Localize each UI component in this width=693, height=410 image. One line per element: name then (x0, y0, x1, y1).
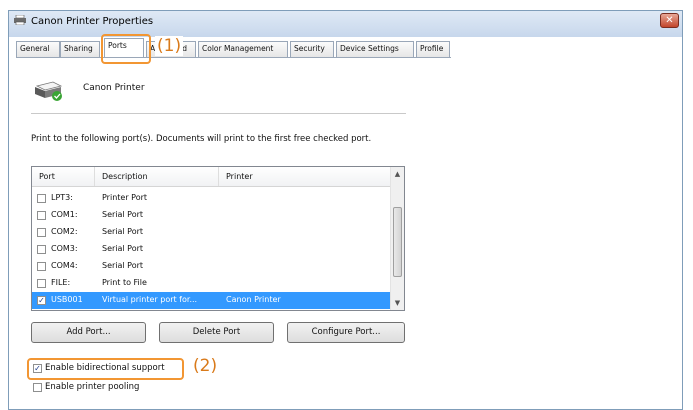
column-header-description[interactable]: Description (102, 172, 148, 181)
configure-port-button[interactable]: Configure Port... (287, 322, 405, 343)
port-name: COM4: (51, 261, 78, 270)
port-checkbox[interactable] (37, 194, 46, 203)
callout-1: (1) (155, 36, 184, 56)
tab-sharing[interactable]: Sharing (60, 41, 100, 57)
column-header-port[interactable]: Port (39, 172, 55, 181)
table-row[interactable]: COM3: Serial Port (32, 241, 390, 258)
column-header-printer[interactable]: Printer (226, 172, 253, 181)
tab-general[interactable]: General (16, 41, 60, 57)
port-list-scrollbar[interactable]: ▲ ▼ (390, 167, 404, 310)
port-name: COM2: (51, 227, 78, 236)
port-name: COM1: (51, 210, 78, 219)
table-row[interactable]: COM1: Serial Port (32, 207, 390, 224)
port-description: Serial Port (102, 261, 144, 270)
port-list-header: Port Description Printer (32, 167, 390, 187)
close-button[interactable]: ✕ (660, 13, 679, 28)
tab-panel-border (16, 57, 451, 58)
scroll-up-icon[interactable]: ▲ (391, 167, 404, 181)
port-name: COM3: (51, 244, 78, 253)
scroll-down-icon[interactable]: ▼ (391, 296, 404, 310)
port-description: Virtual printer port for... (102, 295, 198, 304)
tab-security[interactable]: Security (290, 41, 334, 57)
port-description: Serial Port (102, 244, 144, 253)
column-separator[interactable] (94, 167, 95, 186)
scroll-thumb[interactable] (393, 207, 402, 277)
port-checkbox[interactable] (37, 245, 46, 254)
window-title: Canon Printer Properties (31, 16, 154, 27)
port-name: LPT3: (51, 193, 73, 202)
pooling-checkbox[interactable] (33, 383, 42, 392)
column-separator[interactable] (218, 167, 219, 186)
table-row[interactable]: LPT3: Printer Port (32, 190, 390, 207)
add-port-button[interactable]: Add Port... (31, 322, 146, 343)
port-description: Serial Port (102, 227, 144, 236)
printer-icon (14, 15, 26, 25)
port-instructions: Print to the following port(s). Document… (31, 134, 372, 144)
port-checkbox-checked[interactable]: ✓ (37, 296, 46, 305)
table-row[interactable]: FILE: Print to File (32, 275, 390, 292)
port-name: FILE: (51, 278, 71, 287)
tab-profile[interactable]: Profile (416, 41, 450, 57)
bidirectional-checkbox[interactable]: ✓ (33, 364, 42, 373)
table-row[interactable]: COM2: Serial Port (32, 224, 390, 241)
port-description: Printer Port (102, 193, 148, 202)
port-printer: Canon Printer (226, 295, 281, 304)
port-description: Print to File (102, 278, 147, 287)
pooling-label[interactable]: Enable printer pooling (45, 382, 139, 392)
table-row[interactable]: COM4: Serial Port (32, 258, 390, 275)
tab-device-settings[interactable]: Device Settings (336, 41, 414, 57)
ports-tab-highlight (101, 34, 151, 64)
header-divider (31, 113, 406, 114)
bidirectional-label[interactable]: Enable bidirectional support (45, 363, 165, 373)
port-checkbox[interactable] (37, 262, 46, 271)
port-checkbox[interactable] (37, 211, 46, 220)
printer-name: Canon Printer (83, 83, 145, 93)
table-row-selected[interactable]: ✓ USB001 Virtual printer port for... Can… (32, 292, 390, 309)
printer-icon (35, 81, 63, 101)
port-description: Serial Port (102, 210, 144, 219)
callout-2: (2) (193, 356, 218, 376)
port-name: USB001 (51, 295, 83, 304)
delete-port-button[interactable]: Delete Port (159, 322, 274, 343)
port-checkbox[interactable] (37, 228, 46, 237)
port-checkbox[interactable] (37, 279, 46, 288)
tab-color-management[interactable]: Color Management (198, 41, 288, 57)
